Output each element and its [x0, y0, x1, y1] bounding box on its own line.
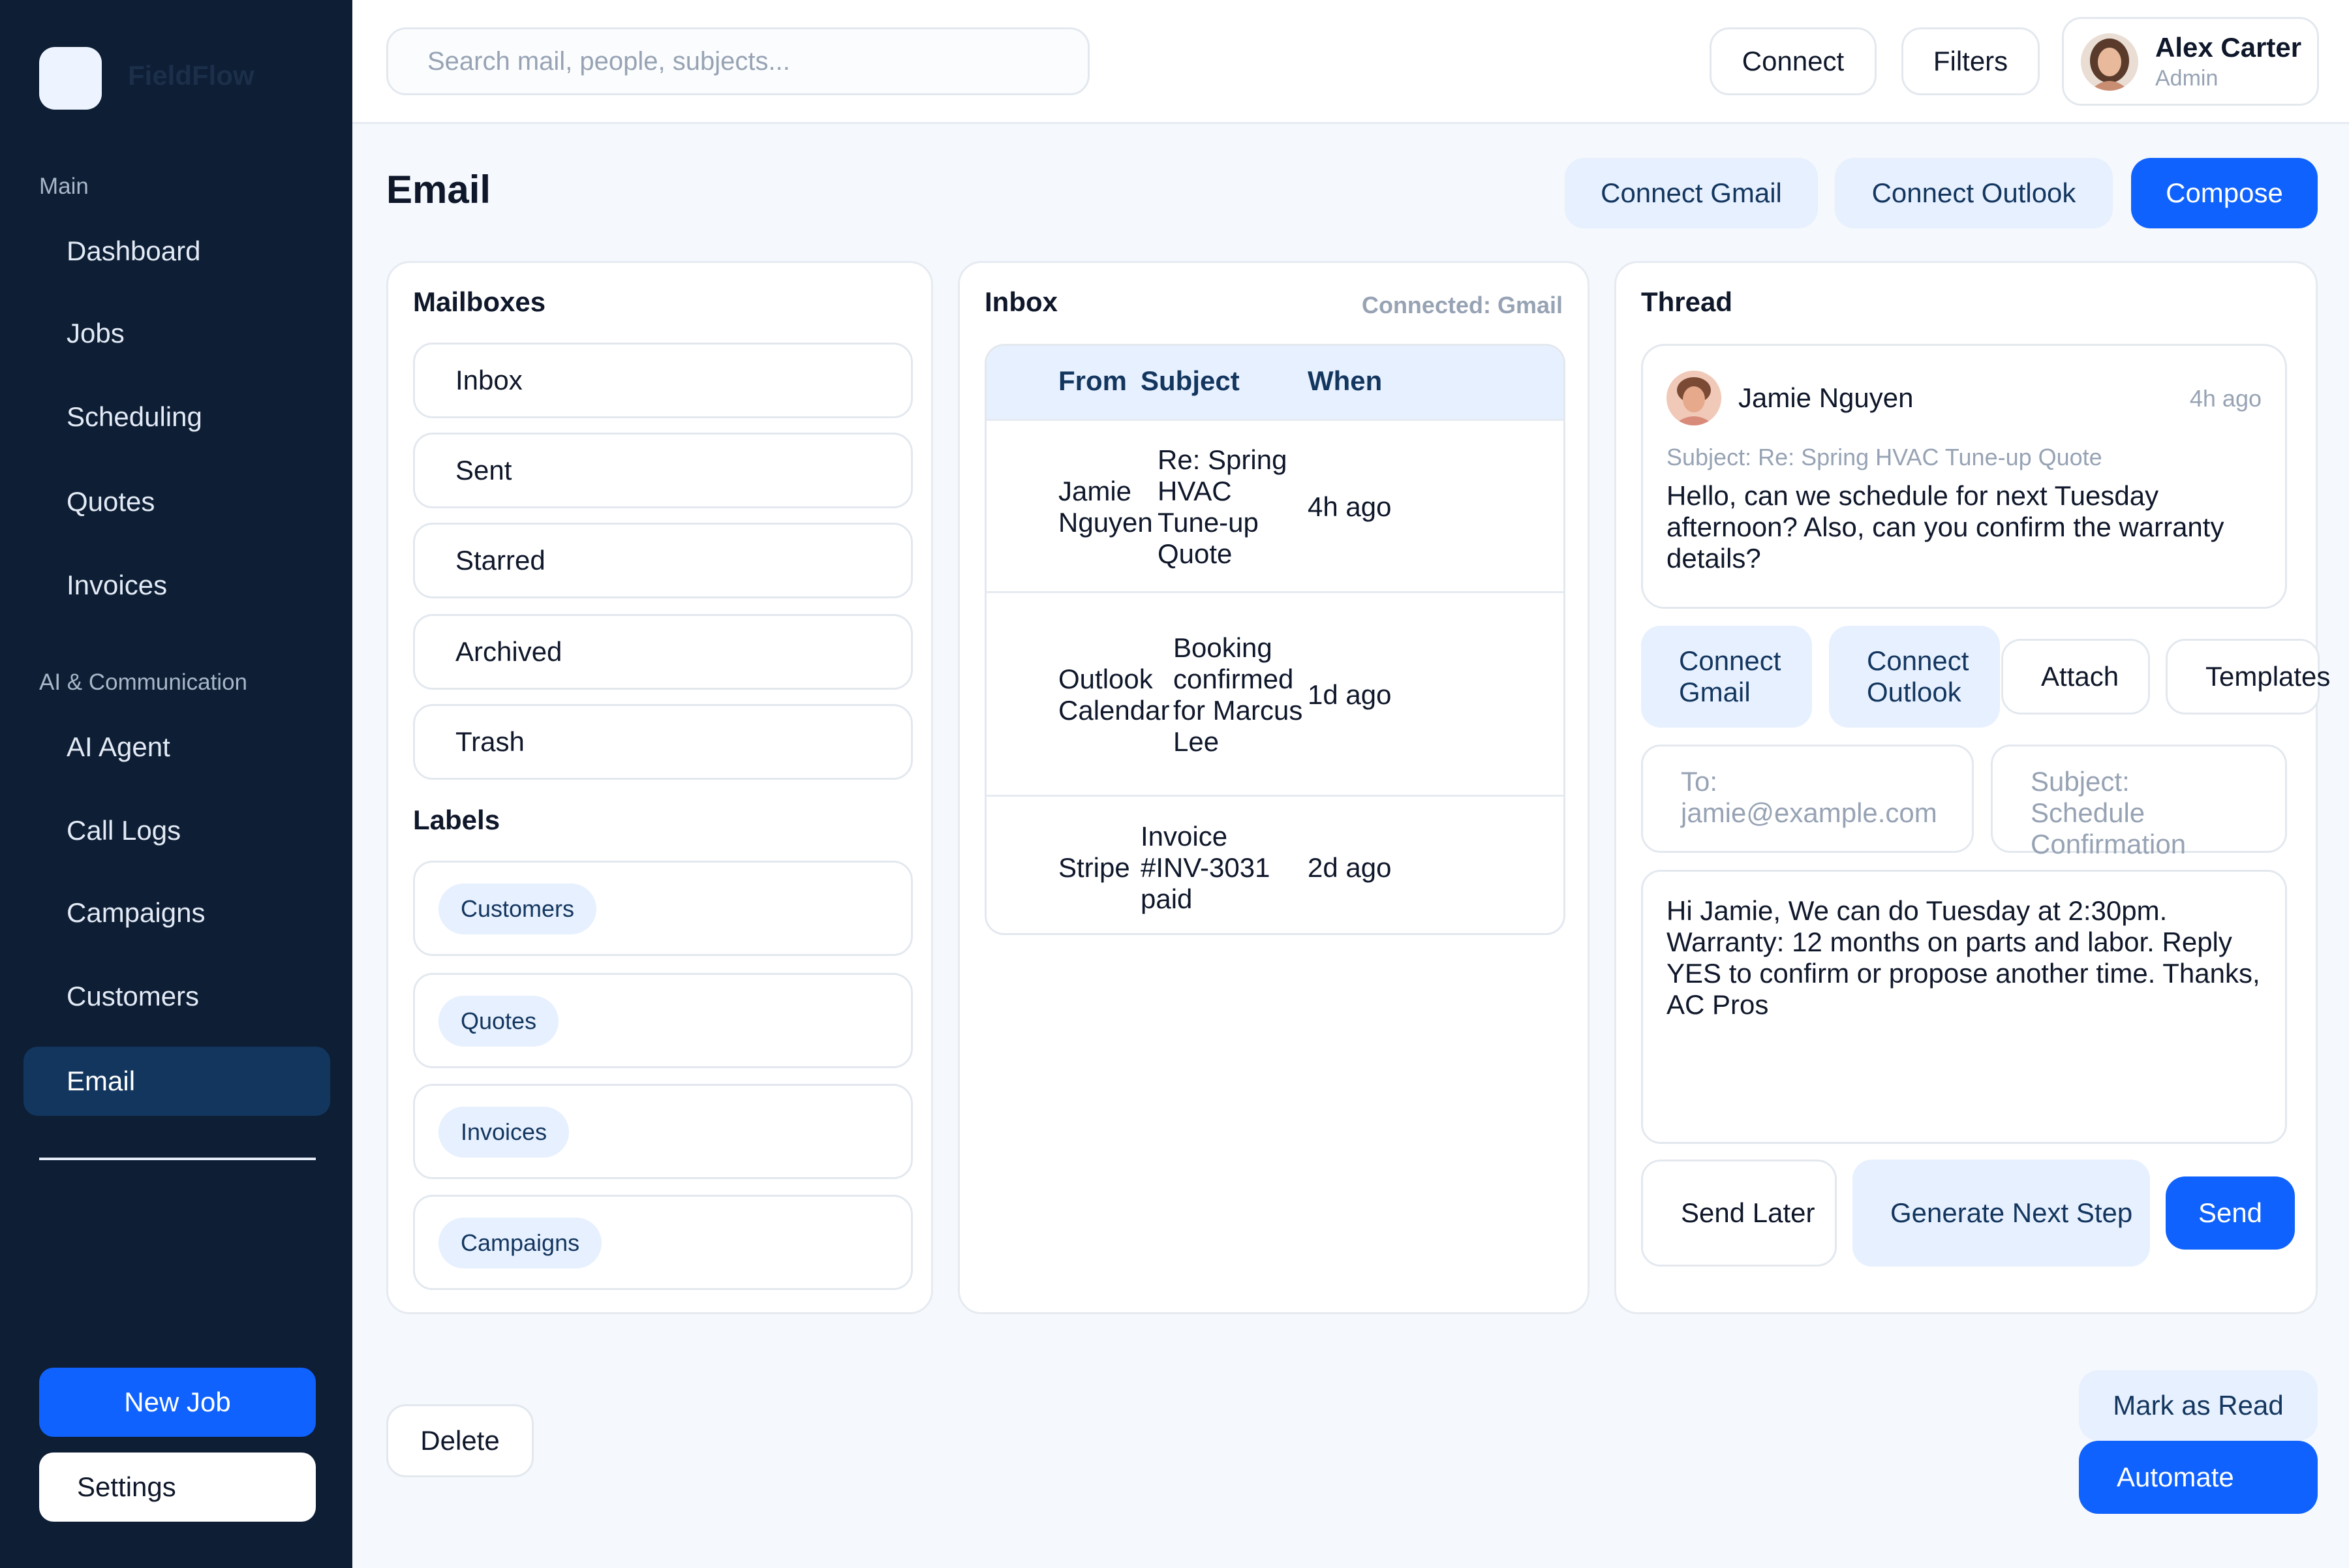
delete-button[interactable]: Delete: [386, 1404, 534, 1477]
row-when: 1d ago: [1308, 679, 1392, 710]
row-from: Stripe: [1058, 852, 1130, 883]
sidebar-item-ai-agent[interactable]: AI Agent: [23, 713, 330, 782]
send-button[interactable]: Send: [2166, 1176, 2295, 1250]
section-main-label: Main: [39, 174, 89, 199]
label-chip: Campaigns: [438, 1218, 602, 1268]
row-subject: Re: Spring HVAC Tune-up Quote: [1158, 444, 1287, 569]
sidebar-item-email[interactable]: Email: [23, 1047, 330, 1116]
column-subject: Subject: [1141, 365, 1240, 396]
user-name: Alex Carter: [2155, 32, 2302, 63]
sidebar-item-invoices[interactable]: Invoices: [23, 551, 330, 620]
page-title: Email: [386, 168, 491, 211]
connect-outlook-button[interactable]: Connect Outlook: [1835, 158, 2113, 228]
connected-status: Connected: Gmail: [1361, 292, 1563, 318]
avatar: [2081, 33, 2138, 91]
thread-connect-outlook-button[interactable]: Connect Outlook: [1829, 626, 2000, 728]
message-time: 4h ago: [2189, 385, 2262, 412]
column-from: From: [1058, 365, 1127, 396]
mailbox-archived[interactable]: Archived: [413, 614, 913, 690]
inbox-table-header: From Subject When: [987, 346, 1563, 419]
row-when: 4h ago: [1308, 491, 1392, 522]
label-card-customers[interactable]: Customers: [413, 861, 913, 956]
labels-title: Labels: [413, 805, 500, 835]
label-chip: Quotes: [438, 996, 559, 1047]
row-subject: Invoice #INV-3031 paid: [1141, 821, 1270, 914]
sender-avatar-icon: [1666, 371, 1721, 425]
mailboxes-title: Mailboxes: [413, 286, 546, 317]
sidebar-divider: [39, 1158, 316, 1160]
user-profile[interactable]: Alex Carter Admin: [2062, 17, 2319, 106]
automate-button[interactable]: Automate: [2079, 1441, 2318, 1514]
thread-title: Thread: [1641, 286, 1733, 317]
reply-textarea[interactable]: Hi Jamie, We can do Tuesday at 2:30pm. W…: [1641, 870, 2287, 1144]
subject-field[interactable]: Subject: Schedule Confirmation: [1991, 745, 2287, 859]
sidebar-item-customers[interactable]: Customers: [23, 962, 330, 1031]
inbox-title: Inbox: [985, 286, 1058, 317]
message-body: Hello, can we schedule for next Tuesday …: [1666, 480, 2224, 574]
column-when: When: [1308, 365, 1383, 396]
filters-button[interactable]: Filters: [1901, 27, 2040, 95]
compose-button[interactable]: Compose: [2131, 158, 2318, 228]
mailboxes-panel: Mailboxes Inbox Sent Starred Archived Tr…: [386, 261, 933, 1314]
send-later-button[interactable]: Send Later: [1641, 1160, 1837, 1267]
connect-gmail-button[interactable]: Connect Gmail: [1565, 158, 1818, 228]
thread-panel: Thread Jamie Nguyen 4h ago Subject: Re: …: [1614, 261, 2330, 1314]
message-subject: Subject: Re: Spring HVAC Tune-up Quote: [1666, 444, 2102, 470]
label-card-quotes[interactable]: Quotes: [413, 973, 913, 1068]
inbox-panel: Inbox Connected: Gmail From Subject When…: [958, 261, 1589, 1314]
label-card-invoices[interactable]: Invoices: [413, 1084, 913, 1179]
label-card-campaigns[interactable]: Campaigns: [413, 1195, 913, 1290]
table-row[interactable]: Stripe Invoice #INV-3031 paid 2d ago: [987, 795, 1563, 933]
message-sender: Jamie Nguyen: [1738, 382, 1914, 413]
sidebar-item-scheduling[interactable]: Scheduling: [23, 382, 330, 452]
sidebar-item-jobs[interactable]: Jobs: [23, 299, 330, 368]
row-subject: Booking confirmed for Marcus Lee: [1173, 632, 1303, 757]
table-row[interactable]: Jamie Nguyen Re: Spring HVAC Tune-up Quo…: [987, 419, 1563, 591]
connect-button[interactable]: Connect: [1710, 27, 1877, 95]
user-avatar-icon: [2081, 33, 2138, 91]
attach-button[interactable]: Attach: [2001, 639, 2150, 715]
sidebar-item-call-logs[interactable]: Call Logs: [23, 796, 330, 865]
user-role: Admin: [2155, 66, 2218, 91]
avatar: [1666, 371, 1721, 425]
app-logo: [39, 47, 102, 110]
settings-button[interactable]: Settings: [39, 1453, 316, 1522]
message-card: Jamie Nguyen 4h ago Subject: Re: Spring …: [1641, 344, 2287, 609]
to-field[interactable]: To: jamie@example.com: [1641, 745, 1974, 853]
mailbox-sent[interactable]: Sent: [413, 433, 913, 508]
label-chip: Customers: [438, 884, 597, 934]
sidebar: FieldFlow Main Dashboard Jobs Scheduling…: [0, 0, 352, 1568]
mailbox-inbox[interactable]: Inbox: [413, 343, 913, 418]
label-chip: Invoices: [438, 1107, 570, 1158]
app-name: FieldFlow: [128, 60, 254, 91]
section-ai-label: AI & Communication: [39, 669, 248, 695]
top-bar: Connect Filters Alex Carter Admin: [352, 0, 2349, 124]
sidebar-item-dashboard[interactable]: Dashboard: [23, 217, 330, 286]
row-from: Outlook Calendar: [1058, 664, 1170, 726]
table-row[interactable]: Outlook Calendar Booking confirmed for M…: [987, 591, 1563, 795]
mailbox-starred[interactable]: Starred: [413, 523, 913, 598]
mark-as-read-button[interactable]: Mark as Read: [2079, 1370, 2318, 1441]
templates-button[interactable]: Templates: [2166, 639, 2330, 715]
inbox-table: From Subject When Jamie Nguyen Re: Sprin…: [985, 344, 1565, 935]
mailbox-trash[interactable]: Trash: [413, 704, 913, 780]
thread-connect-gmail-button[interactable]: Connect Gmail: [1641, 626, 1812, 728]
row-when: 2d ago: [1308, 852, 1392, 883]
new-job-button[interactable]: New Job: [39, 1368, 316, 1437]
sidebar-item-campaigns[interactable]: Campaigns: [23, 878, 330, 947]
row-from: Jamie Nguyen: [1058, 476, 1153, 538]
sidebar-item-quotes[interactable]: Quotes: [23, 467, 330, 536]
generate-next-step-button[interactable]: Generate Next Step: [1852, 1160, 2150, 1267]
search-input[interactable]: [386, 27, 1090, 95]
